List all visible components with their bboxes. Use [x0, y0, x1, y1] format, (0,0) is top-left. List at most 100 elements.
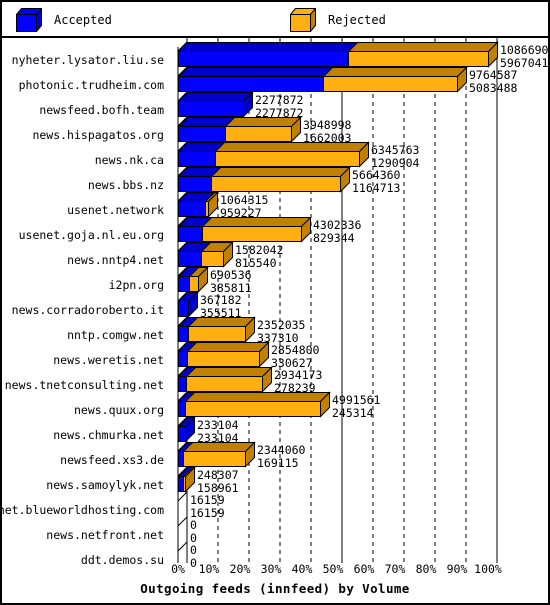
x-axis-ticks: 0% 10% 20% 30% 40% 50% 60% 70% 80% 90% 100%	[170, 562, 550, 580]
y-axis-label: news.quux.org	[73, 403, 164, 417]
chart-plot-area: nyheter.lysator.liu.se photonic.trudheim.…	[0, 38, 550, 603]
bar-total-value: 3948998	[303, 118, 352, 132]
bar-accepted-value: 5083488	[469, 80, 518, 95]
x-axis-tick-label: 80%	[415, 562, 437, 576]
y-axis-label: nntp.comgw.net	[67, 328, 164, 342]
legend-item-accepted: Accepted	[16, 2, 112, 38]
x-axis-tick-label: 70%	[384, 562, 406, 576]
bar-total-value: 2277872	[255, 93, 304, 107]
x-axis-tick-label: 60%	[353, 562, 375, 576]
cube-icon	[16, 8, 42, 32]
bar-value-labels: 2352035 337310	[257, 319, 305, 344]
bar-total-value: 367182	[200, 293, 242, 307]
y-axis-label: news.samoylyk.net	[46, 478, 164, 492]
legend-label-rejected: Rejected	[328, 13, 386, 27]
bar-total-value: 4302336	[313, 218, 362, 232]
bar-series: 10866907 5967041 9764587 5083488 2277872 2277…	[170, 38, 550, 569]
chart-legend: Accepted Rejected	[2, 2, 548, 38]
y-axis-label: news.nntp4.net	[67, 253, 164, 267]
bar-value-labels: 10866907 5967041	[500, 44, 550, 69]
x-axis-tick-label: 100%	[474, 562, 502, 576]
bar-value-labels: 2854800 330627	[271, 344, 319, 369]
stacked-bar	[177, 416, 196, 443]
bar-total-value: 6345763	[371, 143, 420, 157]
bar-total-value: 1582042	[235, 243, 284, 257]
bar-row: 16159 16159	[170, 494, 490, 520]
cube-icon	[290, 8, 316, 32]
bar-total-value: 2934173	[274, 368, 323, 382]
y-axis-label: photonic.trudheim.com	[18, 78, 164, 92]
x-axis-tick-label: 50%	[322, 562, 344, 576]
bar-accepted-value: 829344	[313, 230, 355, 245]
stacked-bar	[177, 141, 370, 168]
y-axis-label: i2pn.org	[108, 278, 164, 292]
y-axis-label: usenet.blueworldhosting.com	[0, 503, 164, 517]
x-axis-title: Outgoing feeds (innfeed) by Volume	[140, 581, 410, 596]
stacked-bar	[177, 166, 351, 193]
bar-value-labels: 5664360 1164713	[352, 169, 400, 194]
bar-total-value: 4991561	[332, 393, 381, 407]
bar-total-value: 248307	[197, 468, 239, 482]
bar-accepted-value: 1164713	[352, 180, 401, 195]
stacked-bar	[177, 116, 302, 143]
stacked-bar	[177, 66, 468, 93]
y-axis-label: news.bbs.nz	[87, 178, 164, 192]
bar-value-labels: 2277872 2277872	[255, 94, 303, 119]
legend-label-accepted: Accepted	[54, 13, 112, 27]
y-axis-label: news.nk.ca	[94, 153, 164, 167]
stacked-bar	[177, 191, 219, 218]
bar-value-labels: 1064315 959227	[220, 194, 268, 219]
bar-value-labels: 690536 385811	[210, 269, 252, 294]
stacked-bar	[177, 216, 312, 243]
bar-total-value: 16159	[190, 493, 225, 507]
bar-accepted-value: 169115	[257, 455, 299, 470]
bar-total-value: 0	[190, 518, 197, 532]
y-axis-label: news.tnetconsulting.net	[4, 378, 164, 392]
bar-value-labels: 367182 355511	[200, 294, 242, 319]
y-axis-label: news.chmurka.net	[53, 428, 164, 442]
bar-row: 5664360 1164713	[170, 166, 490, 195]
y-axis-label: newsfeed.bofh.team	[39, 103, 164, 117]
bar-total-value: 2344060	[257, 443, 306, 457]
y-axis-label: news.hispagatos.org	[32, 128, 164, 142]
y-axis-label: nyheter.lysator.liu.se	[11, 53, 164, 67]
chart-page: Accepted Rejected nyheter.lysator.liu.se…	[0, 0, 550, 605]
bar-value-labels: 4302336 829344	[313, 219, 361, 244]
x-axis-tick-label: 0%	[171, 562, 185, 576]
bar-total-value: 2352035	[257, 318, 306, 332]
bar-accepted-value: 245314	[332, 405, 374, 420]
bar-row: 1582042 815540	[170, 241, 490, 270]
bar-value-labels: 233104 233104	[197, 419, 239, 444]
bar-row: 4991561 245314	[170, 391, 490, 420]
bar-value-labels: 2934173 278239	[274, 369, 322, 394]
bar-value-labels: 9764587 5083488	[469, 69, 517, 94]
stacked-bar	[177, 241, 234, 268]
x-axis-tick-label: 20%	[229, 562, 251, 576]
bar-row: 690536 385811	[170, 266, 490, 295]
bar-value-labels: 3948998 1662003	[303, 119, 351, 144]
y-axis-labels: nyheter.lysator.liu.se photonic.trudheim.…	[0, 38, 168, 567]
bar-total-value: 10866907	[500, 43, 550, 57]
y-axis-label: news.weretis.net	[53, 353, 164, 367]
stacked-bar	[177, 466, 196, 493]
bar-total-value: 233104	[197, 418, 239, 432]
stacked-bar	[177, 341, 270, 368]
bar-value-labels: 248307 158961	[197, 469, 239, 494]
y-axis-label: news.netfront.net	[46, 528, 164, 542]
bar-total-value: 9764587	[469, 68, 518, 82]
stacked-bar	[177, 441, 256, 468]
y-axis-label: usenet.goja.nl.eu.org	[18, 228, 164, 242]
y-axis-label: news.corradoroberto.it	[11, 303, 164, 317]
bar-total-value: 690536	[210, 268, 252, 282]
bar-value-labels: 16159 16159	[190, 494, 225, 519]
bar-total-value: 2854800	[271, 343, 320, 357]
y-axis-label: ddt.demos.su	[80, 553, 164, 567]
y-axis-label: newsfeed.xs3.de	[60, 453, 164, 467]
x-axis-tick-label: 90%	[446, 562, 468, 576]
x-axis-tick-label: 40%	[291, 562, 313, 576]
stacked-bar	[177, 266, 209, 293]
y-axis-label: usenet.network	[67, 203, 164, 217]
bar-row: 248307 158961	[170, 466, 490, 495]
bar-total-value: 1064315	[220, 193, 269, 207]
stacked-bar	[177, 291, 199, 318]
